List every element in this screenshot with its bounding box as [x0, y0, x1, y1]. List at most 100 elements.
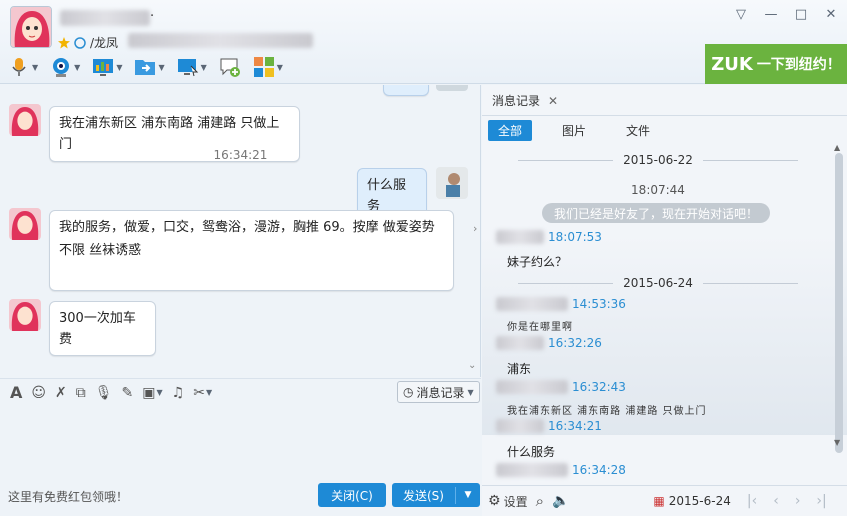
message-log-button[interactable]: ◷ 消息记录 ▼ [397, 381, 480, 403]
history-entry-header: 16:32:43 [496, 380, 626, 394]
share-screen-button[interactable]: ▼ [92, 54, 122, 80]
voice-call-button[interactable]: ▼ [8, 54, 38, 80]
history-footer: ⚙ 设置 ⌕ 🔈 ▦ 2015-6-24 |‹ ‹ › ›| [482, 485, 847, 516]
prev-page-icon[interactable]: ‹ [773, 493, 779, 509]
video-call-button[interactable]: ▼ [50, 54, 80, 80]
history-filters: 全部 图片 文件 [488, 120, 660, 141]
settings-label: 设置 [503, 494, 528, 509]
message-bubble[interactable]: 300一次加车费 [49, 301, 156, 356]
send-button[interactable]: 发送(S) ▼ [392, 483, 480, 507]
ad-banner[interactable]: ZUK 一下到纽约！ [705, 44, 847, 84]
date-separator: 2015-06-24 [482, 276, 834, 290]
entry-time: 16:34:28 [572, 463, 626, 477]
chat-message-area[interactable]: 我在浦东新区 浦东南路 浦建路 只做上门 16:34:21 什么服务 我的服务，… [0, 85, 481, 377]
message-text: 我在浦东新区 浦东南路 浦建路 只做上门 [59, 116, 280, 152]
sender-redacted [496, 297, 568, 311]
minimize-icon[interactable]: — [763, 6, 779, 22]
partial-avatar-icon [436, 85, 468, 91]
close-icon[interactable]: ✕ [823, 6, 839, 22]
history-tab[interactable]: 消息记录 ✕ [492, 92, 558, 109]
apps-button[interactable]: ▼ [253, 54, 283, 80]
entry-text: 我在浦东新区 浦东南路 浦建路 只做上门 [507, 406, 707, 417]
mic-icon [12, 58, 26, 76]
new-chat-button[interactable] [219, 54, 241, 80]
last-page-icon[interactable]: ›| [816, 493, 826, 509]
remote-desktop-button[interactable]: ▼ [177, 54, 207, 80]
close-tab-icon[interactable]: ✕ [548, 94, 558, 108]
qq-icon [74, 36, 86, 49]
sender-redacted [496, 336, 544, 350]
message-text: 我的服务，做爱，口交，鸳鸯浴，漫游，胸推 69。按摩 做爱姿势 [59, 220, 435, 235]
entry-text: 你是在哪里啊 [507, 322, 573, 333]
entry-time: 16:32:26 [548, 336, 602, 350]
filter-files[interactable]: 文件 [616, 120, 660, 141]
edit-icon[interactable]: ✎ [122, 385, 134, 401]
partial-bubble [383, 85, 429, 96]
send-options-icon[interactable]: ▼ [456, 490, 480, 500]
message-text: 300一次加车费 [59, 311, 136, 347]
history-time: 18:07:44 [631, 183, 685, 197]
date-label: 2015-06-24 [623, 276, 693, 290]
collapse-panel-icon[interactable]: › [473, 222, 477, 235]
settings-button[interactable]: ⚙ 设置 [488, 493, 528, 510]
speaker-icon[interactable]: 🔈 [552, 493, 569, 509]
scroll-down-icon[interactable]: ⌄ [468, 360, 476, 371]
date-label: 2015-06-22 [623, 153, 693, 167]
sender-redacted [496, 463, 568, 477]
status-row: /龙凤 [58, 34, 118, 51]
next-page-icon[interactable]: › [795, 493, 801, 509]
message-text: 什么服务 [367, 178, 407, 214]
share-screen-icon [93, 59, 114, 76]
image-icon[interactable]: ▣ ▼ [142, 385, 162, 401]
current-date: 2015-6-24 [668, 494, 731, 508]
message-input[interactable] [0, 406, 481, 480]
scroll-up-icon[interactable]: ▲ [834, 143, 840, 152]
divider [482, 115, 847, 116]
music-icon[interactable]: ♫ [172, 385, 185, 401]
search-icon[interactable]: ⌕ [536, 492, 544, 510]
clock-icon: ◷ [403, 385, 414, 399]
entry-text: 妹子约么？ [507, 255, 568, 269]
emoji-icon[interactable]: ☺ [31, 385, 46, 401]
my-avatar[interactable] [436, 167, 468, 199]
history-tab-label: 消息记录 [492, 94, 541, 108]
maximize-icon[interactable]: □ [793, 6, 809, 22]
history-entry-header: 16:32:26 [496, 336, 602, 350]
message-timestamp: 16:34:21 [213, 148, 268, 162]
send-file-icon [135, 60, 156, 75]
gear-icon: ⚙ [488, 493, 501, 509]
header-toolbar: ▼ ▼ ▼ ▼ ▼ ▼ [8, 54, 283, 80]
ad-text: 一下到纽约！ [756, 57, 841, 73]
contact-avatar[interactable] [10, 6, 52, 48]
history-entry-header: 16:34:28 [496, 463, 626, 477]
close-button[interactable]: 关闭(C) [318, 483, 386, 507]
peer-avatar[interactable] [9, 104, 41, 136]
date-picker[interactable]: ▦ 2015-6-24 [653, 494, 730, 508]
scroll-down-icon[interactable]: ▼ [834, 438, 840, 447]
history-scrollbar[interactable] [835, 153, 843, 453]
message-bubble[interactable]: 我的服务，做爱，口交，鸳鸯浴，漫游，胸推 69。按摩 做爱姿势 不限 丝袜诱惑 [49, 210, 454, 291]
scissors-icon[interactable]: ✂ ▼ [193, 385, 212, 401]
filter-images[interactable]: 图片 [552, 120, 596, 141]
sender-redacted [496, 380, 568, 394]
window-controls: ▽ — □ ✕ [733, 6, 839, 22]
peer-avatar[interactable] [9, 208, 41, 240]
peer-avatar[interactable] [9, 299, 41, 331]
star-icon [58, 36, 70, 49]
message-log-label: 消息记录 [416, 385, 465, 400]
menu-dropdown-icon[interactable]: ▽ [733, 6, 749, 22]
sender-redacted [496, 419, 544, 433]
shake-icon[interactable]: ✗ [55, 385, 67, 401]
contact-name-redacted [60, 10, 150, 26]
send-file-button[interactable]: ▼ [134, 54, 165, 80]
voice-message-icon[interactable]: 🎙 [95, 385, 113, 401]
screenshot-icon[interactable]: ⧉ [76, 385, 86, 401]
entry-time: 16:34:21 [548, 419, 602, 433]
entry-text: 什么服务 [507, 445, 556, 459]
filter-all[interactable]: 全部 [488, 120, 533, 141]
new-chat-icon [220, 58, 240, 77]
font-icon[interactable]: A [10, 383, 22, 402]
promo-hint[interactable]: 这里有免费红包领哦！ [8, 488, 128, 505]
entry-time: 14:53:36 [572, 297, 626, 311]
first-page-icon[interactable]: |‹ [747, 493, 757, 509]
